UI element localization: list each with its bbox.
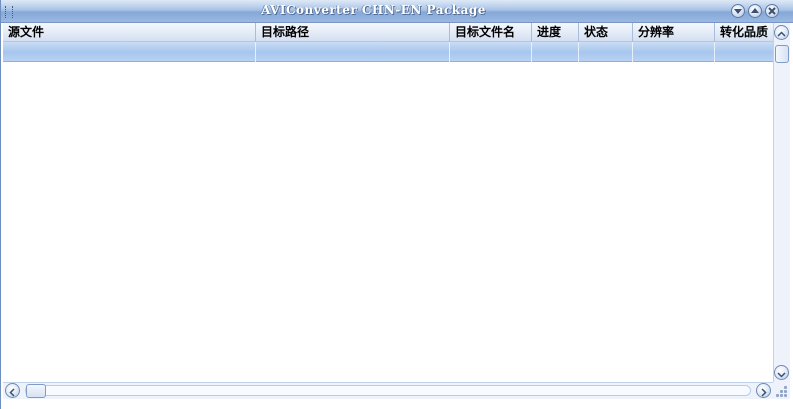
- scroll-down-button[interactable]: [774, 365, 789, 380]
- table-row[interactable]: [3, 42, 773, 62]
- table-cell: [633, 42, 715, 62]
- table-cell: [579, 42, 633, 62]
- table-header: 源文件 目标路径 目标文件名 进度 状态 分辨率 转化品质: [3, 23, 773, 42]
- table-cell: [715, 42, 773, 62]
- horizontal-scroll-thumb[interactable]: [26, 384, 46, 398]
- vertical-scrollbar[interactable]: [773, 23, 790, 382]
- column-header-resolution[interactable]: 分辨率: [633, 23, 715, 42]
- chevron-right-icon: [761, 388, 767, 397]
- scroll-right-button[interactable]: [756, 383, 771, 398]
- column-header-quality[interactable]: 转化品质: [715, 23, 773, 42]
- column-header-target-path[interactable]: 目标路径: [256, 23, 450, 42]
- table-cell: [532, 42, 579, 62]
- minimize-button[interactable]: [731, 4, 745, 18]
- grip-dot: [784, 390, 787, 393]
- grip-dot: [784, 394, 787, 397]
- window-title: AVIConverter CHN-EN Package: [261, 3, 486, 17]
- column-header-progress[interactable]: 进度: [532, 23, 579, 42]
- table-cell: [450, 42, 532, 62]
- maximize-button[interactable]: [748, 4, 762, 18]
- scroll-left-button[interactable]: [5, 383, 20, 398]
- grip-dot: [776, 394, 779, 397]
- chevron-down-icon: [777, 372, 786, 378]
- column-header-target-filename[interactable]: 目标文件名: [450, 23, 532, 42]
- table-cell: [256, 42, 450, 62]
- resize-grip-icon[interactable]: [773, 382, 790, 399]
- grip-dot: [780, 390, 783, 393]
- chevron-up-icon: [751, 8, 759, 13]
- horizontal-scroll-track[interactable]: [25, 385, 751, 396]
- chevron-up-icon: [777, 31, 786, 37]
- column-header-status[interactable]: 状态: [579, 23, 633, 42]
- chevron-left-icon: [9, 388, 15, 397]
- vertical-scroll-thumb[interactable]: [775, 45, 789, 63]
- grip-dot: [780, 394, 783, 397]
- grip-dot: [784, 386, 787, 389]
- close-icon: [768, 7, 776, 15]
- title-bar[interactable]: AVIConverter CHN-EN Package: [1, 0, 793, 23]
- close-button[interactable]: [765, 4, 779, 18]
- horizontal-scrollbar[interactable]: [3, 382, 773, 399]
- chevron-down-icon: [734, 9, 742, 14]
- conversion-list[interactable]: 源文件 目标路径 目标文件名 进度 状态 分辨率 转化品质: [3, 23, 773, 382]
- column-header-source-file[interactable]: 源文件: [3, 23, 256, 42]
- scroll-up-button[interactable]: [774, 25, 789, 40]
- table-cell: [3, 42, 256, 62]
- app-window: AVIConverter CHN-EN Package 源文件 目标路径 目标文…: [0, 0, 793, 409]
